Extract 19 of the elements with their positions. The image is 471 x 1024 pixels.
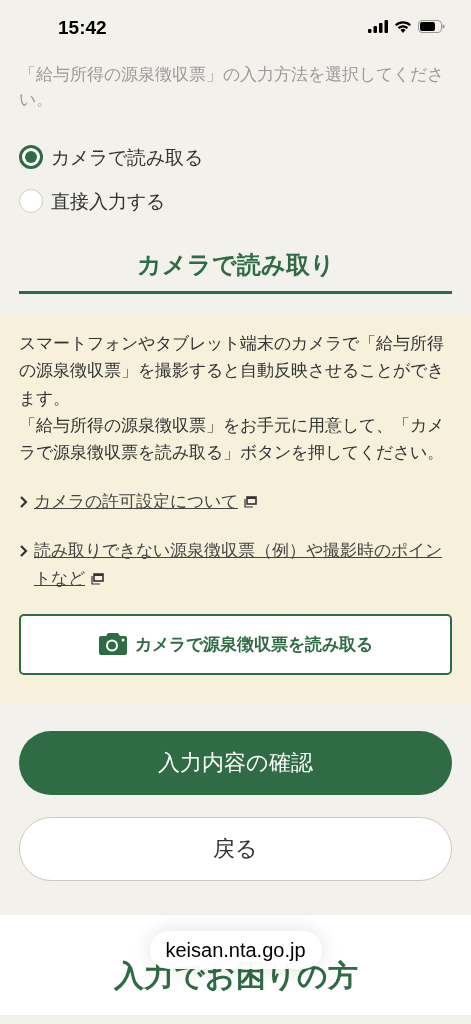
option-label[interactable]: 直接入力する	[51, 189, 165, 213]
wifi-icon	[394, 20, 412, 33]
chevron-icon	[19, 545, 28, 558]
radio-button[interactable]	[19, 145, 43, 170]
chevron-icon	[19, 496, 28, 509]
camera-button[interactable]: カメラで源泉徴収票を読み取る	[19, 613, 452, 675]
description-text: スマートフォンやタブレット端末のカメラで「給与所得の源泉徴収票」を撮影すると自動反映させることができます。	[19, 332, 445, 410]
description-text: 「給与所得の源泉徴収票」をお手元に用意して、「カメラで源泉徴収票を読み取る」ボタンを押してください。	[19, 413, 445, 465]
help-link[interactable]: カメラの許可設定について	[34, 488, 257, 516]
section-heading: カメラで読み取り	[19, 247, 452, 295]
instruction-text: 「給与所得の源泉徴収票」の入力方法を選択してください。	[18, 63, 445, 111]
camera-icon	[98, 633, 127, 656]
back-button[interactable]: 戻る	[19, 816, 452, 881]
option-label[interactable]: カメラで読み取る	[51, 145, 203, 169]
signal-icon	[368, 20, 388, 33]
help-link[interactable]: 読み取りできない源泉徴収票（例）や撮影時のポイントなど	[34, 537, 452, 592]
battery-icon	[418, 20, 445, 33]
status-time: 15:42	[58, 18, 107, 37]
confirm-button[interactable]: 入力内容の確認	[19, 730, 452, 795]
